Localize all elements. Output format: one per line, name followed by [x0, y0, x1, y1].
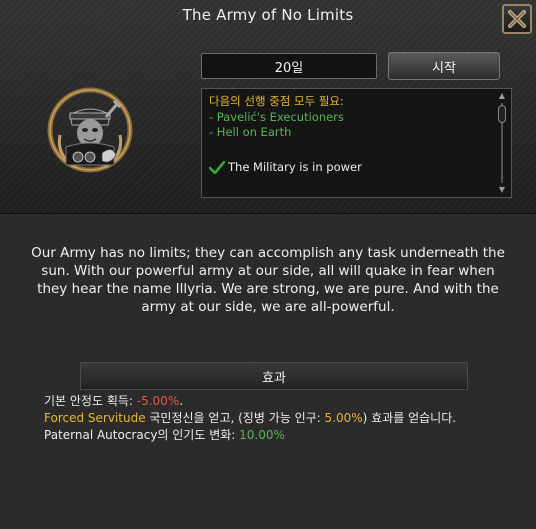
effects-list: 기본 안정도 획득: -5.00%. Forced Servitude 국민정신…: [44, 393, 456, 444]
scroll-up-arrow-icon[interactable]: ▲: [497, 91, 507, 101]
effect-text: ) 효과를 얻습니다.: [362, 411, 457, 425]
effect-text: 국민정신을 얻고, (징병 가능 인구:: [145, 411, 325, 425]
effect-value: 5.00%: [324, 411, 363, 425]
effects-header: 효과: [80, 362, 468, 390]
effect-label: Paternal Autocracy의 인기도 변화:: [44, 428, 240, 442]
focus-window: The Army of No Limits 20일 시작 다음의 선행 중점 모…: [0, 0, 536, 529]
scroll-down-arrow-icon[interactable]: ▼: [497, 185, 507, 195]
national-spirit-name[interactable]: Forced Servitude: [44, 411, 146, 425]
effect-value: -5.00%: [136, 394, 180, 408]
condition-label: The Military is in power: [228, 159, 362, 174]
requirement-item: - Pavelić's Executioners: [209, 109, 344, 124]
checkmark-icon: [209, 160, 225, 174]
focus-description: Our Army has no limits; they can accompl…: [31, 245, 505, 315]
effect-value: 10.00%: [239, 428, 285, 442]
effect-label: 기본 안정도 획득:: [44, 394, 137, 408]
close-icon: [508, 10, 526, 28]
requirements-box: 다음의 선행 중점 모두 필요: - Pavelić's Executioner…: [201, 88, 512, 198]
requirement-item: - Hell on Earth: [209, 125, 292, 139]
effect-line-national-spirit: Forced Servitude 국민정신을 얻고, (징병 가능 인구: 5.…: [44, 410, 456, 427]
requirements-header: 다음의 선행 중점 모두 필요:: [209, 94, 344, 108]
requirements-scrollbar[interactable]: ▲ ▼: [495, 91, 509, 195]
close-button[interactable]: [502, 4, 532, 34]
effect-line-stability: 기본 안정도 획득: -5.00%.: [44, 393, 456, 410]
effect-line-popularity: Paternal Autocracy의 인기도 변화: 10.00%: [44, 427, 456, 444]
window-title: The Army of No Limits: [182, 6, 354, 24]
requirements-content: 다음의 선행 중점 모두 필요: - Pavelić's Executioner…: [209, 94, 362, 175]
scroll-thumb[interactable]: [498, 105, 506, 123]
focus-header-panel: The Army of No Limits 20일 시작 다음의 선행 중점 모…: [0, 0, 536, 214]
military-emblem-icon: [47, 87, 133, 173]
effect-suffix: .: [179, 394, 184, 408]
requirement-condition: The Military is in power: [209, 160, 362, 176]
start-focus-button[interactable]: 시작: [388, 52, 500, 80]
days-duration-field: 20일: [201, 53, 377, 79]
